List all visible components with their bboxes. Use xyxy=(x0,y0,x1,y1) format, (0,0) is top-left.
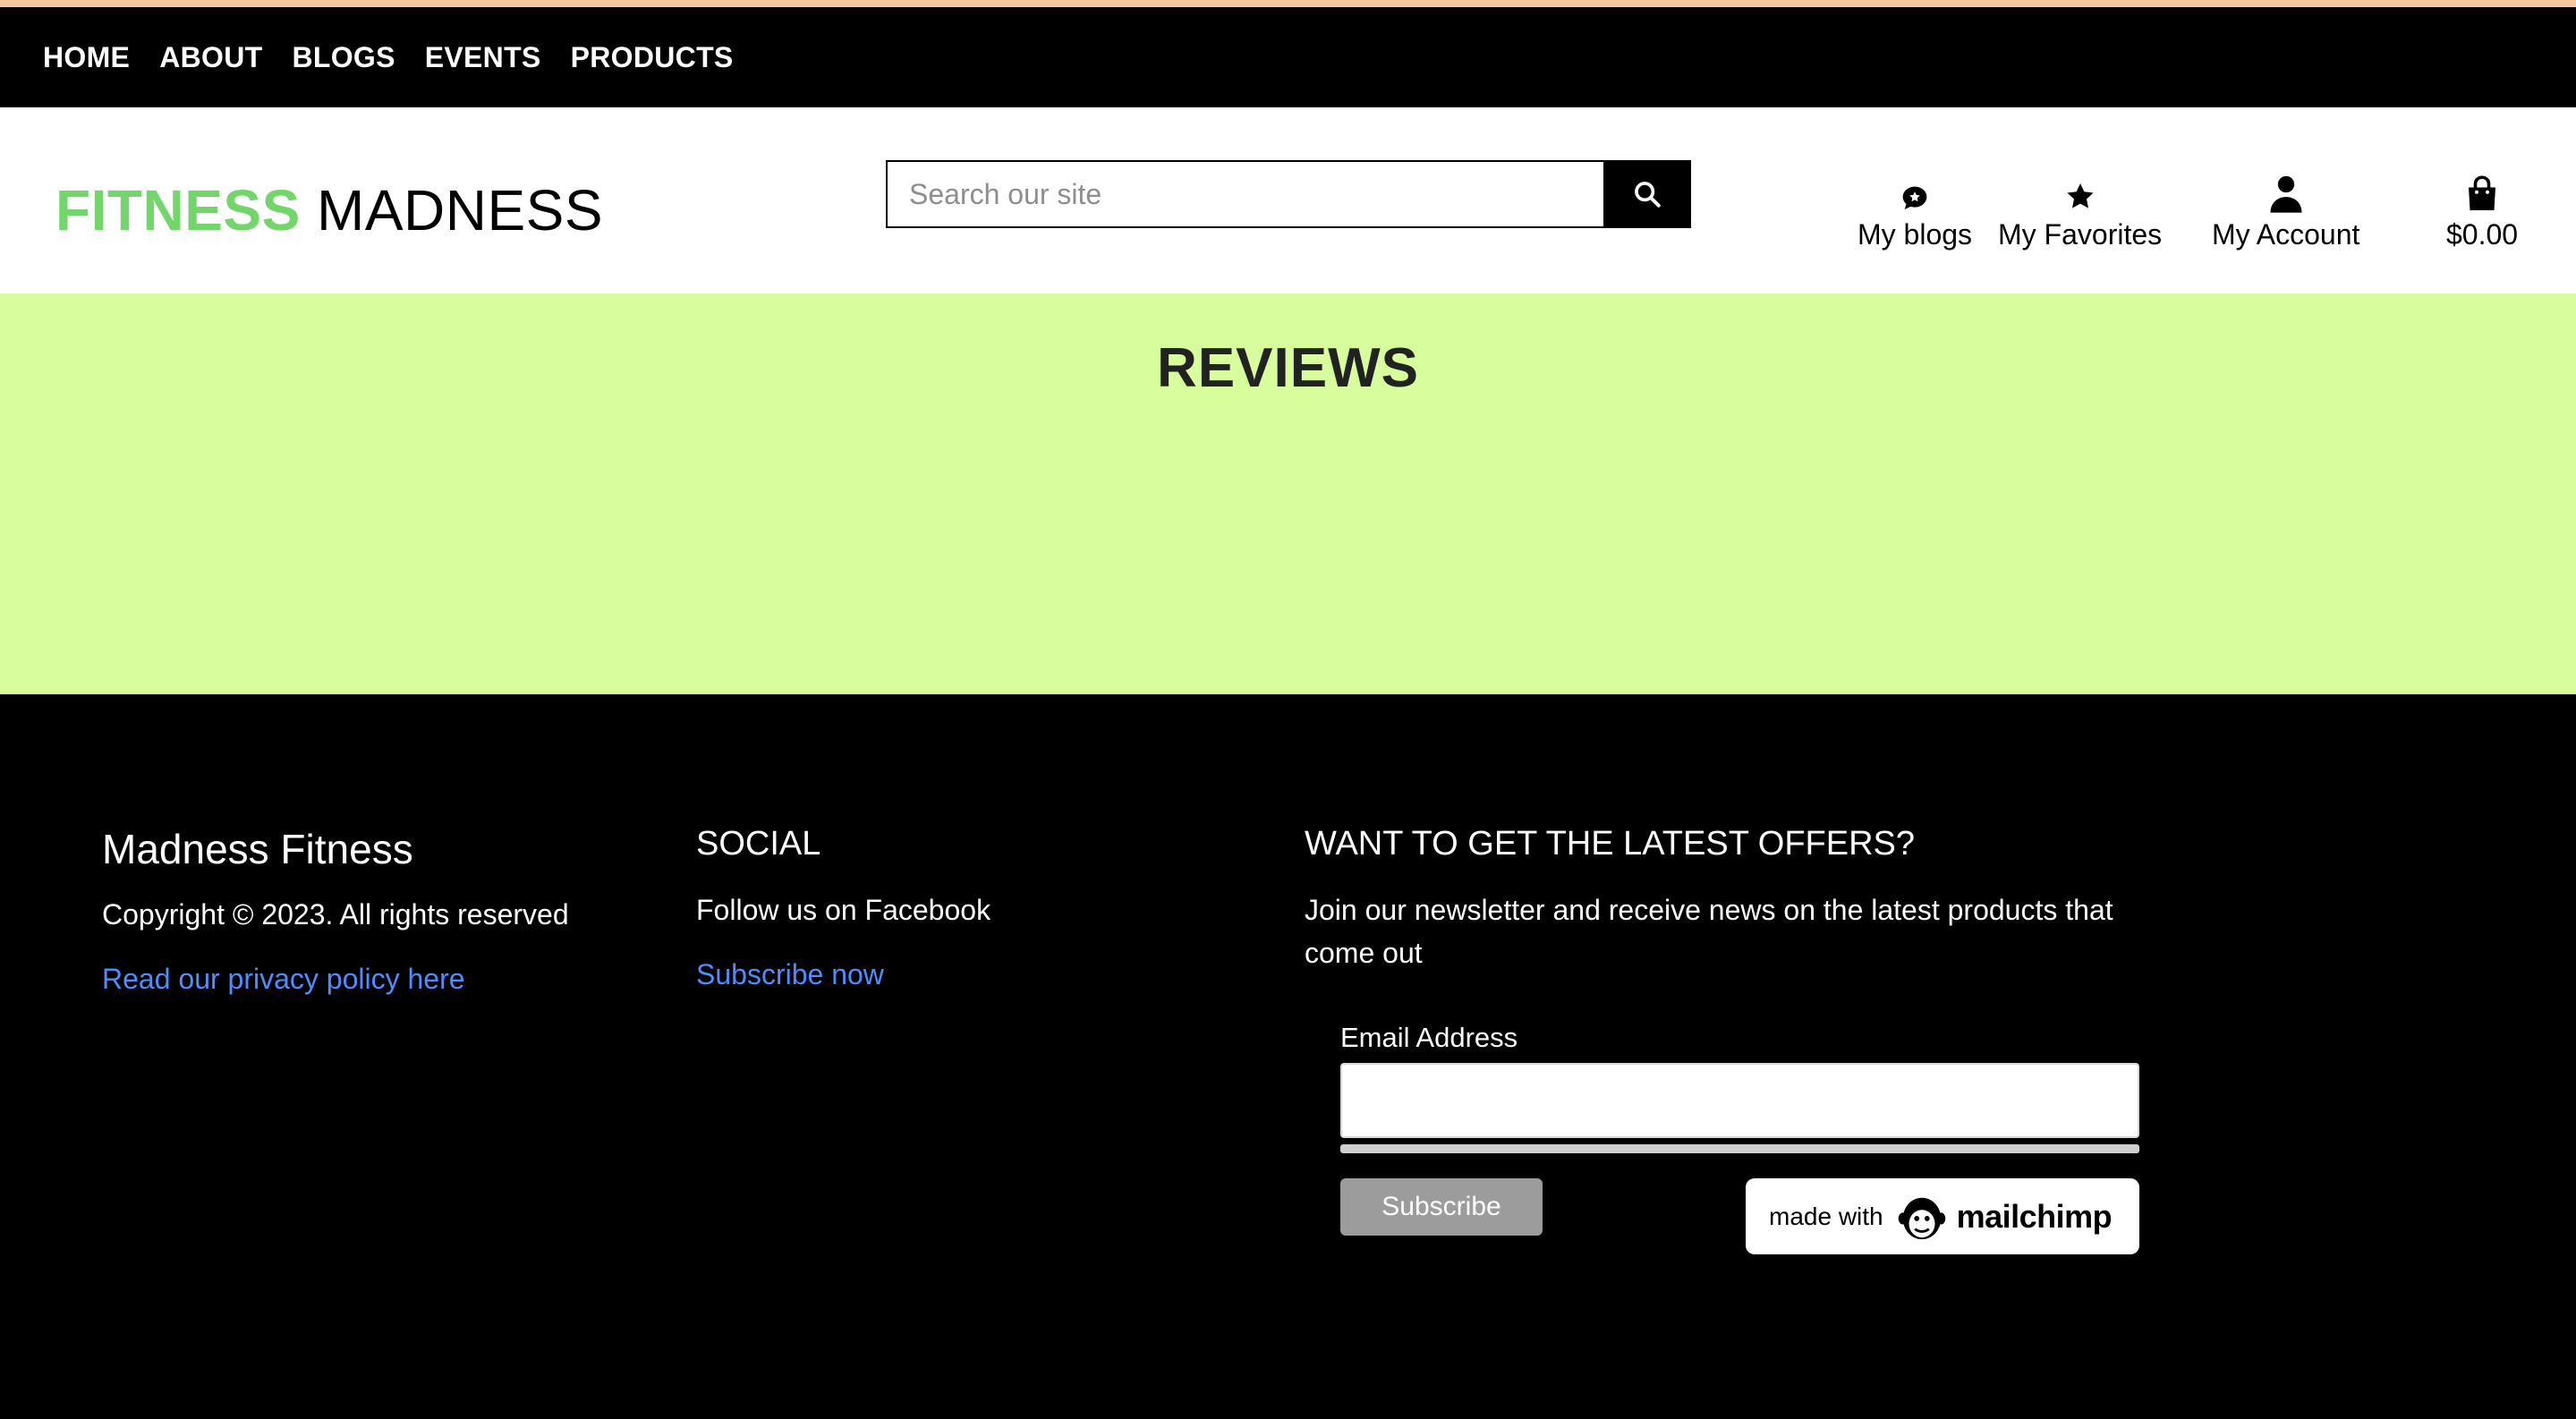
search-icon xyxy=(1635,182,1661,208)
mailchimp-wordmark: mailchimp xyxy=(1956,1197,2113,1235)
site-header: FITNESS MADNESS My blogs My Favorites xyxy=(0,107,2576,293)
my-account-link[interactable]: My Account xyxy=(2212,172,2359,251)
mailchimp-monkey-icon xyxy=(1898,1197,1945,1239)
my-favorites-link[interactable]: My Favorites xyxy=(1998,172,2162,251)
subscribe-now-link[interactable]: Subscribe now xyxy=(696,958,884,990)
user-icon xyxy=(2270,175,2302,213)
email-address-label: Email Address xyxy=(1340,1022,1518,1053)
top-nav: HOME ABOUT BLOGS EVENTS PRODUCTS xyxy=(0,7,2576,107)
footer-brand-column: Madness Fitness Copyright © 2023. All ri… xyxy=(102,825,569,996)
blog-comment-star-icon xyxy=(1902,186,1927,209)
nav-events[interactable]: EVENTS xyxy=(425,41,541,74)
nav-products[interactable]: PRODUCTS xyxy=(571,41,734,74)
nav-about[interactable]: ABOUT xyxy=(159,41,262,74)
subscribe-link-wrap: Subscribe now xyxy=(696,958,990,991)
footer-copyright: Copyright © 2023. All rights reserved xyxy=(102,898,569,930)
subscribe-button[interactable]: Subscribe xyxy=(1340,1178,1543,1236)
search-form xyxy=(886,160,1691,228)
my-account-label: My Account xyxy=(2212,218,2360,251)
logo-fitness: FITNESS xyxy=(55,178,301,242)
offers-text-line-1: Join our newsletter and receive news on … xyxy=(1305,894,2113,926)
social-title: SOCIAL xyxy=(696,825,821,862)
top-accent-strip xyxy=(0,0,2576,7)
search-input[interactable] xyxy=(886,160,1603,228)
reviews-title: REVIEWS xyxy=(1157,337,1419,399)
star-icon xyxy=(2067,183,2094,208)
privacy-link-wrap: Read our privacy policy here xyxy=(102,963,569,996)
my-blogs-label: My blogs xyxy=(1858,218,1973,251)
reviews-section: REVIEWS xyxy=(0,293,2576,694)
footer-brand: Madness Fitness xyxy=(102,826,413,872)
site-footer: Madness Fitness Copyright © 2023. All ri… xyxy=(0,694,2576,1419)
cart-link[interactable]: $0.00 xyxy=(2446,172,2518,251)
cart-total: $0.00 xyxy=(2446,218,2519,251)
my-favorites-label: My Favorites xyxy=(1998,218,2163,251)
shopping-bag-icon xyxy=(2469,175,2496,210)
nav-home[interactable]: HOME xyxy=(43,41,130,74)
footer-social-column: SOCIAL Follow us on Facebook Subscribe n… xyxy=(696,825,990,991)
nav-blogs[interactable]: BLOGS xyxy=(292,41,395,74)
offers-title: WANT TO GET THE LATEST OFFERS? xyxy=(1305,825,1916,862)
social-text: Follow us on Facebook xyxy=(696,894,991,926)
site-logo[interactable]: FITNESS MADNESS xyxy=(55,177,603,243)
mailchimp-badge[interactable]: made with mailchimp xyxy=(1746,1178,2139,1254)
privacy-policy-link[interactable]: Read our privacy policy here xyxy=(102,963,465,995)
email-field[interactable] xyxy=(1340,1063,2139,1138)
mailchimp-made-with: made with xyxy=(1769,1202,1883,1230)
footer-newsletter-column: WANT TO GET THE LATEST OFFERS? Join our … xyxy=(1305,825,2164,974)
offers-text-line-2: come out xyxy=(1305,937,1423,969)
search-button[interactable] xyxy=(1603,160,1691,228)
my-blogs-link[interactable]: My blogs xyxy=(1858,172,1972,251)
email-field-underline xyxy=(1340,1144,2139,1153)
logo-madness: MADNESS xyxy=(317,178,604,242)
